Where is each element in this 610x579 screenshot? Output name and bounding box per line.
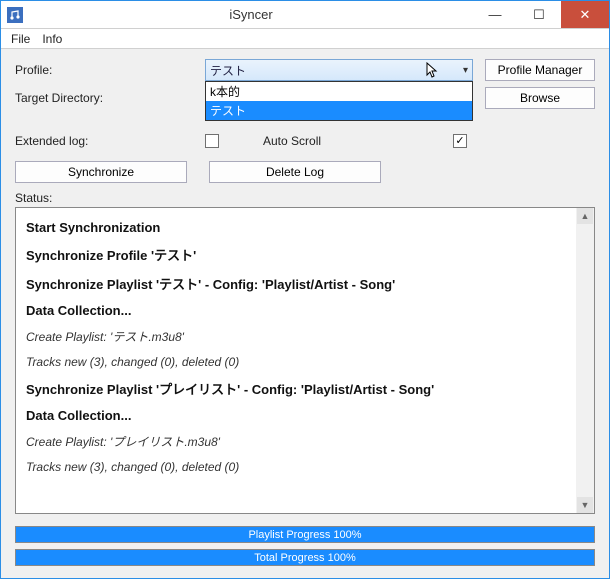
profile-combobox[interactable]: テスト ▾ (205, 59, 473, 81)
status-line: Tracks new (3), changed (0), deleted (0) (26, 355, 584, 369)
progress-area: Playlist Progress 100% Total Progress 10… (15, 520, 595, 566)
options-row: Extended log: Auto Scroll ✓ (15, 131, 595, 151)
content-area: Profile: テスト ▾ k本的 テスト Profile Manager (1, 49, 609, 578)
scroll-down-icon[interactable]: ▼ (577, 497, 593, 513)
status-line: Tracks new (3), changed (0), deleted (0) (26, 460, 584, 474)
profile-label: Profile: (15, 63, 205, 77)
app-icon (7, 7, 23, 23)
browse-button[interactable]: Browse (485, 87, 595, 109)
cursor-icon (426, 62, 442, 83)
profile-row: Profile: テスト ▾ k本的 テスト Profile Manager (15, 59, 595, 81)
menubar: File Info (1, 29, 609, 49)
status-line: Data Collection... (26, 408, 584, 423)
profile-manager-button[interactable]: Profile Manager (485, 59, 595, 81)
status-line: Synchronize Playlist 'プレイリスト' - Config: … (26, 379, 584, 398)
maximize-button[interactable]: ☐ (517, 1, 561, 28)
synchronize-button[interactable]: Synchronize (15, 161, 187, 183)
app-window: iSyncer — ☐ ✕ File Info Profile: テスト ▾ (0, 0, 610, 579)
status-line: Synchronize Playlist 'テスト' - Config: 'Pl… (26, 274, 584, 293)
playlist-progress: Playlist Progress 100% (15, 526, 595, 543)
target-dir-label: Target Directory: (15, 91, 205, 105)
status-line: Create Playlist: 'テスト.m3u8' (26, 328, 584, 345)
profile-selected: テスト (210, 62, 246, 79)
profile-option[interactable]: k本的 (206, 82, 472, 101)
action-row: Synchronize Delete Log (15, 161, 595, 183)
window-controls: — ☐ ✕ (473, 1, 609, 28)
status-label: Status: (15, 191, 595, 205)
status-box: Start Synchronization Synchronize Profil… (15, 207, 595, 514)
profile-dropdown: k本的 テスト (205, 81, 473, 121)
extended-log-label: Extended log: (15, 134, 205, 148)
menu-file[interactable]: File (5, 32, 36, 46)
scrollbar[interactable]: ▲ ▼ (576, 208, 594, 513)
extended-log-checkbox[interactable] (205, 134, 219, 148)
profile-option[interactable]: テスト (206, 101, 472, 120)
status-line: Start Synchronization (26, 220, 584, 235)
status-line: Synchronize Profile 'テスト' (26, 245, 584, 264)
chevron-down-icon: ▾ (463, 65, 468, 76)
window-title: iSyncer (29, 7, 473, 22)
minimize-button[interactable]: — (473, 1, 517, 28)
status-line: Data Collection... (26, 303, 584, 318)
delete-log-button[interactable]: Delete Log (209, 161, 381, 183)
menu-info[interactable]: Info (36, 32, 68, 46)
scroll-up-icon[interactable]: ▲ (577, 208, 593, 224)
auto-scroll-checkbox[interactable]: ✓ (453, 134, 467, 148)
total-progress: Total Progress 100% (15, 549, 595, 566)
status-line: Create Playlist: 'プレイリスト.m3u8' (26, 433, 584, 450)
titlebar: iSyncer — ☐ ✕ (1, 1, 609, 29)
close-button[interactable]: ✕ (561, 1, 609, 28)
auto-scroll-label: Auto Scroll (263, 134, 433, 148)
